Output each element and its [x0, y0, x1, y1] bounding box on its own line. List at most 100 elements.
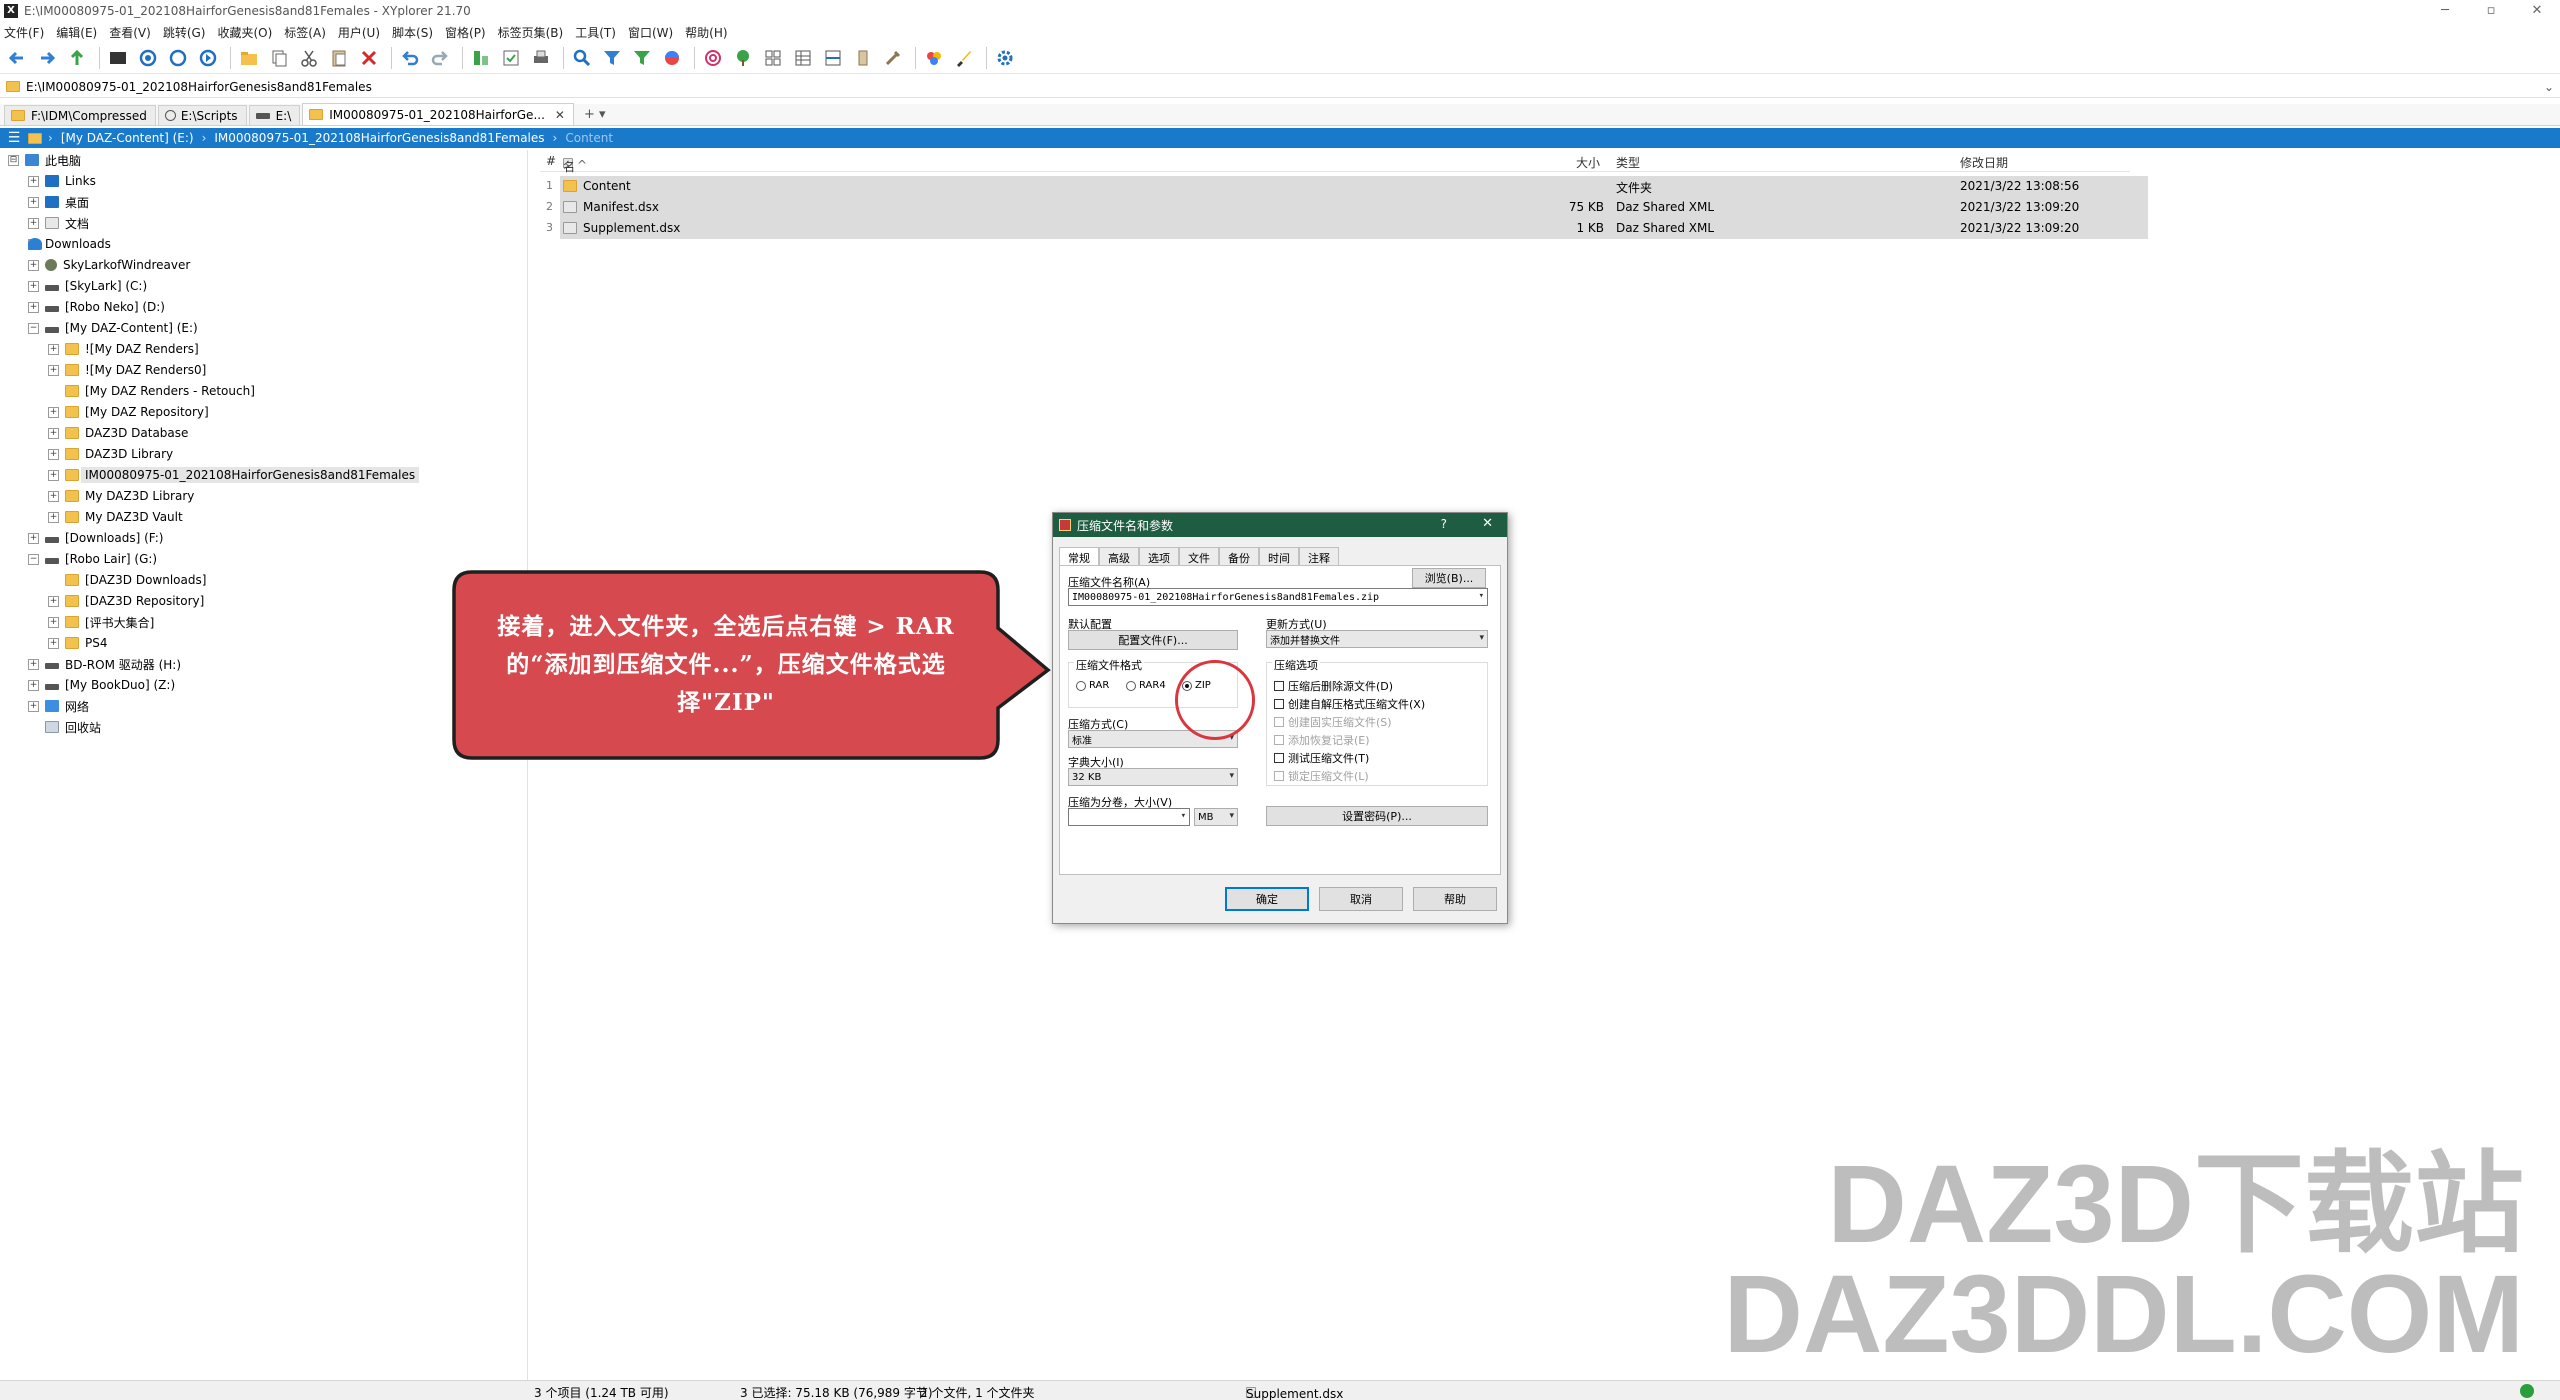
expand-toggle-icon[interactable]: +: [48, 511, 59, 523]
tree-item[interactable]: + My DAZ3D Library: [48, 486, 194, 506]
color-filter-icon[interactable]: [921, 45, 947, 71]
target-icon[interactable]: [135, 45, 161, 71]
cut-icon[interactable]: [296, 45, 322, 71]
tree-item[interactable]: + ![My DAZ Renders0]: [48, 360, 206, 380]
address-bar[interactable]: E:\IM00080975-01_202108HairforGenesis8an…: [0, 76, 2560, 98]
tree-item[interactable]: + Links: [28, 171, 96, 191]
format-rar4-radio[interactable]: RAR4: [1126, 680, 1166, 691]
dialog-tab[interactable]: 高级: [1099, 547, 1139, 565]
dialog-tab[interactable]: 常规: [1059, 547, 1099, 565]
tab-drive-e[interactable]: E:\: [248, 105, 301, 125]
go-circle-icon[interactable]: [195, 45, 221, 71]
tree-item[interactable]: +Downloads: [28, 234, 111, 254]
menu-item[interactable]: 文件(F): [4, 24, 44, 41]
dialog-help-button[interactable]: ?: [1441, 517, 1447, 531]
dialog-tab[interactable]: 选项: [1139, 547, 1179, 565]
file-name[interactable]: Manifest.dsx: [563, 200, 659, 214]
tree-item[interactable]: − [My DAZ-Content] (E:): [28, 318, 198, 338]
column-number[interactable]: #: [546, 154, 556, 168]
dialog-tab[interactable]: 备份: [1219, 547, 1259, 565]
menu-item[interactable]: 窗口(W): [628, 24, 673, 41]
settings-gear-icon[interactable]: [992, 45, 1018, 71]
option-checkbox[interactable]: 创建自解压格式压缩文件(X): [1274, 696, 1425, 712]
undo-icon[interactable]: [397, 45, 423, 71]
spiral-icon[interactable]: [700, 45, 726, 71]
grid-view-icon[interactable]: [760, 45, 786, 71]
menu-item[interactable]: 查看(V): [109, 24, 151, 41]
table-row[interactable]: 2 Manifest.dsx 75 KB Daz Shared XML 2021/3/2…: [540, 197, 2148, 218]
filter-icon[interactable]: [599, 45, 625, 71]
tree-item[interactable]: + 桌面: [28, 192, 89, 212]
expand-toggle-icon[interactable]: +: [28, 700, 39, 712]
printer-icon[interactable]: [528, 45, 554, 71]
table-row[interactable]: 3 Supplement.dsx 1 KB Daz Shared XML 2021/3/…: [540, 218, 2148, 239]
tree-item[interactable]: + DAZ3D Database: [48, 423, 188, 443]
expand-toggle-icon[interactable]: +: [28, 259, 39, 271]
find-circle-icon[interactable]: [165, 45, 191, 71]
expand-toggle-icon[interactable]: +: [48, 427, 59, 439]
sync-icon[interactable]: [468, 45, 494, 71]
dialog-tab[interactable]: 文件: [1179, 547, 1219, 565]
browse-button[interactable]: 浏览(B)...: [1412, 568, 1486, 588]
back-arrow-icon[interactable]: [4, 45, 30, 71]
expand-toggle-icon[interactable]: +: [48, 490, 59, 502]
dialog-tab[interactable]: 注释: [1299, 547, 1339, 565]
tree-item[interactable]: + [DAZ3D Repository]: [48, 591, 204, 611]
update-mode-select[interactable]: 添加并替换文件 ▾: [1266, 630, 1488, 648]
dictionary-select[interactable]: 32 KB ▾: [1068, 768, 1238, 786]
tree-item[interactable]: + [My DAZ Repository]: [48, 402, 209, 422]
redo-icon[interactable]: [427, 45, 453, 71]
breadcrumb-drive[interactable]: [My DAZ-Content] (E:): [61, 131, 194, 145]
expand-toggle-icon[interactable]: +: [48, 595, 59, 607]
menu-item[interactable]: 标签页集(B): [498, 24, 564, 41]
expand-toggle-icon[interactable]: −: [28, 322, 39, 334]
menu-item[interactable]: 标签(A): [284, 24, 326, 41]
panel-icon[interactable]: [850, 45, 876, 71]
tree-item[interactable]: + My DAZ3D Vault: [48, 507, 183, 527]
tools-icon[interactable]: [880, 45, 906, 71]
copy-icon[interactable]: [266, 45, 292, 71]
expand-toggle-icon[interactable]: +: [28, 196, 39, 208]
cancel-button[interactable]: 取消: [1319, 887, 1403, 911]
close-button[interactable]: ✕: [2514, 0, 2560, 22]
up-arrow-icon[interactable]: [64, 45, 90, 71]
menu-item[interactable]: 编辑(E): [56, 24, 97, 41]
expand-toggle-icon[interactable]: +: [48, 406, 59, 418]
menu-item[interactable]: 帮助(H): [685, 24, 727, 41]
column-size[interactable]: 大小: [1576, 154, 1600, 171]
tree-item[interactable]: + 文档: [28, 213, 89, 233]
filter-green-icon[interactable]: [629, 45, 655, 71]
expand-toggle-icon[interactable]: +: [28, 217, 39, 229]
column-date[interactable]: 修改日期: [1960, 154, 2008, 171]
address-dropdown-icon[interactable]: ⌄: [2544, 80, 2554, 94]
expand-toggle-icon[interactable]: −: [28, 553, 39, 565]
tree-item[interactable]: + BD-ROM 驱动器 (H:): [28, 654, 181, 674]
file-name[interactable]: Content: [563, 179, 631, 193]
tree-item[interactable]: + [Downloads] (F:): [28, 528, 163, 548]
tree-item[interactable]: + [SkyLark] (C:): [28, 276, 147, 296]
expand-toggle-icon[interactable]: +: [28, 175, 39, 187]
option-checkbox[interactable]: 测试压缩文件(T): [1274, 750, 1369, 766]
tree-item[interactable]: + 网络: [28, 696, 89, 716]
menu-item[interactable]: 窗格(P): [445, 24, 486, 41]
tree-item[interactable]: + PS4: [48, 633, 108, 653]
profile-button[interactable]: 配置文件(F)...: [1068, 630, 1238, 650]
menu-item[interactable]: 跳转(G): [163, 24, 206, 41]
expand-toggle-icon[interactable]: +: [28, 280, 39, 292]
checklist-icon[interactable]: [498, 45, 524, 71]
dialog-tab[interactable]: 时间: [1259, 547, 1299, 565]
tab-scripts[interactable]: E:\Scripts: [157, 105, 247, 125]
tree-item[interactable]: + [My BookDuo] (Z:): [28, 675, 175, 695]
search-icon[interactable]: [569, 45, 595, 71]
details-view-icon[interactable]: [790, 45, 816, 71]
menu-item[interactable]: 收藏夹(O): [217, 24, 272, 41]
tree-item[interactable]: 回收站: [28, 717, 101, 737]
tree-item[interactable]: + ![My DAZ Renders]: [48, 339, 199, 359]
brush-icon[interactable]: [951, 45, 977, 71]
expand-toggle-icon[interactable]: +: [48, 616, 59, 628]
tab-close-icon[interactable]: ✕: [555, 108, 565, 122]
tree-item[interactable]: + [Robo Neko] (D:): [28, 297, 165, 317]
forward-arrow-icon[interactable]: [34, 45, 60, 71]
expand-toggle-icon[interactable]: +: [48, 448, 59, 460]
tree-item[interactable]: + SkyLarkofWindreaver: [28, 255, 190, 275]
